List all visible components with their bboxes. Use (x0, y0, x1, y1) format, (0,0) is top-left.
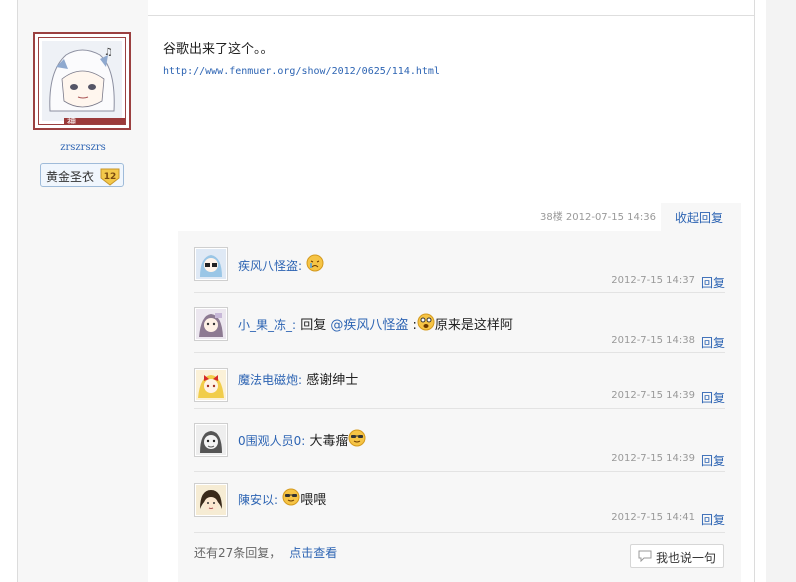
rank-level-icon: 12 (99, 166, 120, 186)
post-top-divider (148, 15, 754, 16)
reply-username[interactable]: 陳安以 (238, 493, 274, 507)
reply-avatar[interactable] (194, 483, 228, 517)
reply-time: 2012-7-15 14:41 (611, 512, 695, 523)
reply-time: 2012-7-15 14:39 (611, 390, 695, 401)
author-username[interactable]: zrszrszrs (18, 142, 148, 153)
reply-separator (194, 471, 725, 472)
reply-text: 感谢绅士 (306, 373, 359, 388)
post-link[interactable]: http://www.fenmuer.org/show/2012/0625/11… (163, 66, 440, 77)
reply-colon: : (298, 259, 303, 273)
post-content: 谷歌出来了这个。。 (163, 42, 274, 57)
frame-right-border (754, 0, 755, 582)
reply-mention[interactable]: @疾风八怪盗 (330, 318, 408, 333)
reply-text: 喂喂 (300, 493, 327, 508)
crying-emoji-icon (306, 254, 324, 276)
reply-colon: : (292, 318, 297, 332)
reply-avatar[interactable] (194, 368, 228, 402)
sunglasses-emoji-icon (348, 429, 366, 451)
comment-bubble-icon (638, 550, 652, 565)
surprised-emoji-icon (417, 313, 435, 335)
reply-button[interactable]: 回复 (701, 511, 725, 528)
avatar-image: ♫ (42, 41, 122, 121)
avatar-badge: 神 (64, 118, 125, 124)
reply-time: 2012-7-15 14:38 (611, 335, 695, 346)
sunglasses-emoji-icon (282, 488, 300, 510)
reply-line: 小_果_冻_: 回复 @疾风八怪盗 : 原来是这样阿 (238, 313, 513, 335)
reply-separator (194, 532, 725, 533)
reply-separator (194, 352, 725, 353)
reply-box: 疾风八怪盗: 2012-7-15 14:37 回复 小_果_冻_: 回复 @疾风… (178, 231, 741, 582)
reply-colon: : (274, 493, 279, 507)
more-replies: 还有27条回复， 点击查看 (194, 544, 337, 561)
reply-text: 大毒瘤 (309, 434, 349, 449)
reply-username[interactable]: 魔法电磁炮 (238, 373, 298, 387)
view-more-link[interactable]: 点击查看 (289, 546, 337, 560)
reply-time: 2012-7-15 14:39 (611, 453, 695, 464)
rank-badge[interactable]: 黄金圣衣 12 (40, 163, 124, 187)
reply-avatar[interactable] (194, 423, 228, 457)
scrollbar[interactable] (766, 0, 796, 582)
reply-username[interactable]: 0围观人员0 (238, 434, 301, 448)
reply-text: 原来是这样阿 (434, 318, 513, 333)
reply-prefix: 回复 (300, 318, 327, 333)
reply-time: 2012-7-15 14:37 (611, 275, 695, 286)
svg-text:♫: ♫ (104, 47, 113, 58)
reply-separator (194, 408, 725, 409)
reply-line: 疾风八怪盗: (238, 254, 324, 276)
reply-line: 魔法电磁炮: 感谢绅士 (238, 369, 358, 388)
mention-colon: : (408, 318, 417, 333)
rank-title: 黄金圣衣 (46, 170, 95, 184)
post-floor-meta: 38楼 2012-07-15 14:36 (539, 212, 656, 223)
reply-colon: : (298, 373, 303, 387)
collapse-tab: 收起回复 (661, 203, 741, 231)
reply-button[interactable]: 回复 (701, 274, 725, 291)
rank-level: 12 (104, 172, 117, 182)
reply-username[interactable]: 小_果_冻_ (238, 318, 292, 332)
reply-separator (194, 292, 725, 293)
reply-username[interactable]: 疾风八怪盗 (238, 259, 298, 273)
reply-avatar[interactable] (194, 247, 228, 281)
say-something-label: 我也说一句 (656, 551, 717, 565)
reply-button[interactable]: 回复 (701, 452, 725, 469)
reply-button[interactable]: 回复 (701, 334, 725, 351)
reply-line: 陳安以: 喂喂 (238, 488, 326, 510)
collapse-replies-link[interactable]: 收起回复 (661, 209, 737, 226)
say-something-button[interactable]: 我也说一句 (630, 544, 724, 568)
reply-colon: : (301, 434, 306, 448)
reply-line: 0围观人员0: 大毒瘤 (238, 429, 366, 451)
more-replies-text: 还有27条回复， (194, 546, 282, 560)
author-avatar[interactable]: ♫ 神 (33, 32, 131, 130)
avatar-frame: ♫ 神 (38, 37, 126, 125)
reply-button[interactable]: 回复 (701, 389, 725, 406)
reply-avatar[interactable] (194, 307, 228, 341)
